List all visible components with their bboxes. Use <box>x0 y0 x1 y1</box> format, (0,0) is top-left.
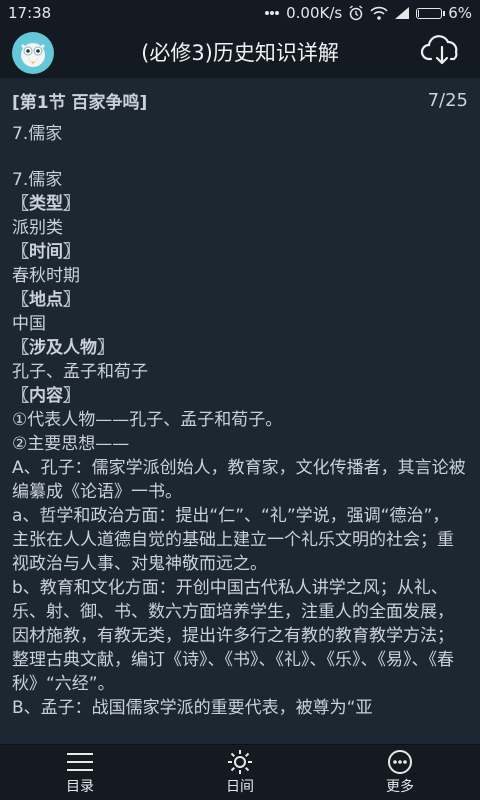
cloud-download-button[interactable] <box>418 32 466 72</box>
section-header: [第1节 百家争鸣] 7/25 <box>12 78 468 122</box>
article-heading: 〖内容〗 <box>12 386 80 406</box>
page-counter: 7/25 <box>427 89 468 111</box>
article-line: 春秋时期 <box>12 266 80 286</box>
reading-content[interactable]: [第1节 百家争鸣] 7/25 7.儒家 7.儒家〖类型〗派别类〖时间〗春秋时期… <box>0 78 480 768</box>
dots-icon <box>264 10 280 16</box>
signal-icon <box>394 6 410 20</box>
bottom-nav: 目录 日间 更多 <box>0 744 480 800</box>
article-line: ①代表人物——孔子、孟子和荀子。 <box>12 410 283 430</box>
article-line: ②主要思想—— <box>12 434 130 454</box>
nav-toc-button[interactable]: 目录 <box>0 745 160 800</box>
sun-icon <box>227 749 253 774</box>
battery-percent: 6% <box>448 4 472 22</box>
list-icon <box>65 750 95 774</box>
cloud-download-icon <box>420 33 464 71</box>
nav-daymode-label: 日间 <box>226 778 254 795</box>
article-line: b、教育和文化方面：开创中国古代私人讲学之风；从礼、乐、射、御、书、数六方面培养… <box>12 578 454 694</box>
article-line: 7.儒家 <box>12 170 63 190</box>
article-body: 7.儒家〖类型〗派别类〖时间〗春秋时期〖地点〗中国〖涉及人物〗孔子、孟子和荀子〖… <box>12 168 468 720</box>
nav-toc-label: 目录 <box>66 778 94 795</box>
more-icon <box>387 749 413 774</box>
article-line: 孔子、孟子和荀子 <box>12 362 148 382</box>
nav-daymode-button[interactable]: 日间 <box>160 745 320 800</box>
article-heading: 〖时间〗 <box>12 242 80 262</box>
nav-more-button[interactable]: 更多 <box>320 745 480 800</box>
article-line: A、孔子：儒家学派创始人，教育家，文化传播者，其言论被编纂成《论语》一书。 <box>12 458 466 502</box>
article-line: 派别类 <box>12 218 63 238</box>
wifi-icon <box>370 6 388 20</box>
owl-logo-icon[interactable] <box>12 32 54 74</box>
status-icons: 0.00K/s 6% <box>264 4 472 22</box>
network-speed: 0.00K/s <box>286 4 343 22</box>
article-line: B、孟子：战国儒家学派的重要代表，被尊为“亚 <box>12 698 373 718</box>
article-heading: 〖涉及人物〗 <box>12 338 114 358</box>
status-bar: 17:38 0.00K/s 6% <box>0 0 480 26</box>
alarm-icon <box>348 5 364 21</box>
section-title: [第1节 百家争鸣] <box>12 92 148 113</box>
article-line: a、哲学和政治方面：提出“仁”、“礼”学说，强调“德治”， 主张在人人道德自觉的… <box>12 506 454 574</box>
nav-more-label: 更多 <box>386 778 414 795</box>
battery-icon <box>416 7 446 19</box>
app-title: (必修3)历史知识详解 <box>141 41 339 65</box>
article-heading: 〖类型〗 <box>12 194 80 214</box>
status-time: 17:38 <box>8 4 52 22</box>
app-header: (必修3)历史知识详解 <box>0 26 480 78</box>
article-line: 中国 <box>12 314 46 334</box>
topic-title: 7.儒家 <box>12 124 63 144</box>
article-heading: 〖地点〗 <box>12 290 80 310</box>
